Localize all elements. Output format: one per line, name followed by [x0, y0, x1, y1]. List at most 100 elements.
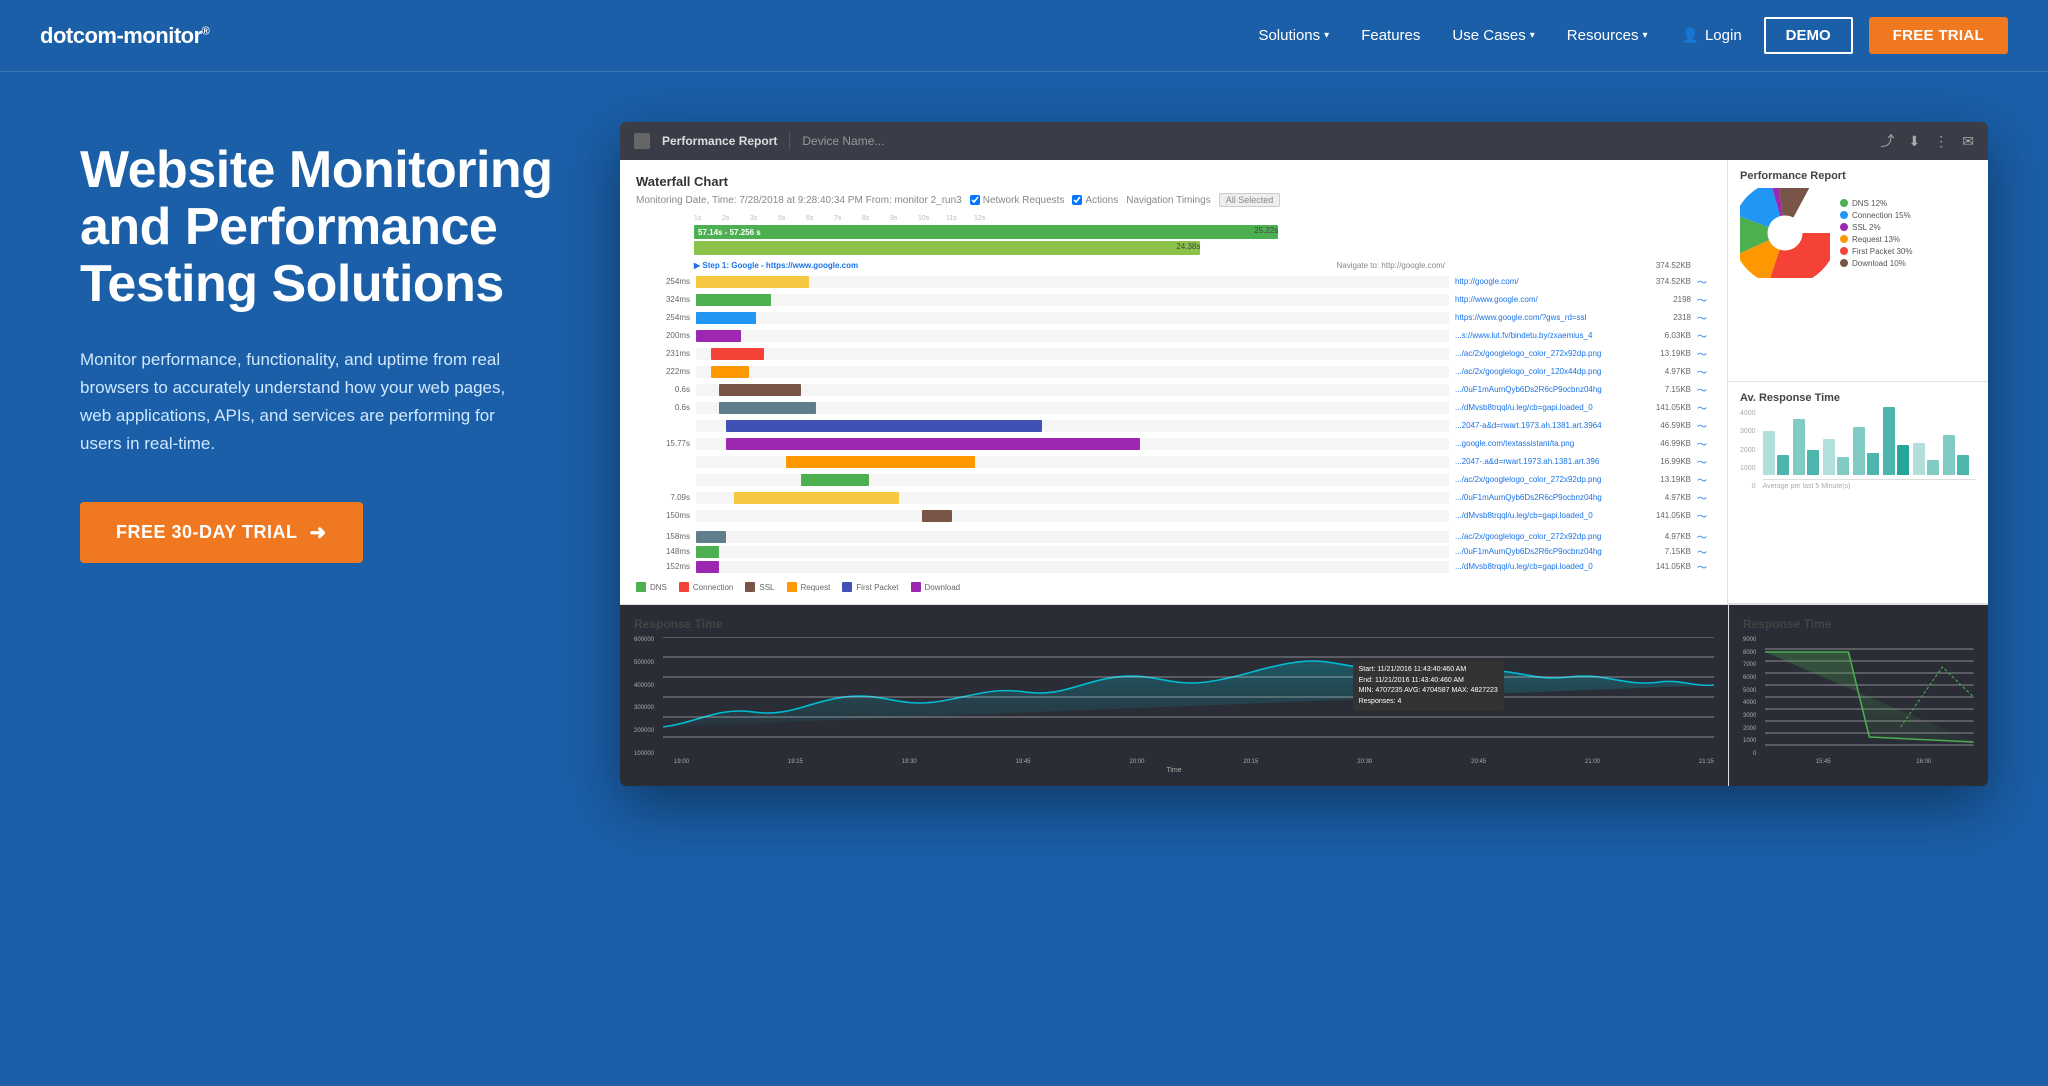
right-x-axis: 15:45 16:00 [1743, 759, 1974, 765]
table-row: 158ms .../ac/2x/googlelogo_color_272x92d… [636, 529, 1711, 544]
response-time-left-chart [663, 637, 1714, 757]
pie-chart [1740, 188, 1830, 278]
legend-item-first-packet: First Packet 30% [1840, 247, 1912, 256]
free-trial-cta-button[interactable]: FREE 30-DAY TRIAL ➜ [80, 502, 363, 563]
right-chart-svg-wrap [1765, 637, 1974, 757]
more-icon[interactable]: ⋮ [1934, 133, 1948, 150]
waterfall-legend: DNS Connection SSL Request [636, 582, 1711, 592]
right-chart-y-axis: 9000 8000 7000 6000 5000 4000 3000 2000 … [1743, 637, 1759, 757]
legend-request: Request [787, 582, 831, 592]
device-name: Device Name... [802, 134, 884, 148]
waterfall-title: Waterfall Chart [636, 174, 1711, 189]
response-time-right-panel: Response Time 9000 8000 7000 6000 5000 4… [1728, 605, 1988, 786]
hero-description: Monitor performance, functionality, and … [80, 346, 520, 458]
connection-dot [679, 582, 689, 592]
response-time-right-title: Response Time [1743, 617, 1974, 631]
table-row: 148ms .../0uF1mAumQyb6Ds2R6cP9ocbnz04hg … [636, 544, 1711, 559]
perf-report-title: Performance Report [1740, 170, 1976, 182]
chevron-down-icon: ▾ [1324, 30, 1329, 41]
topbar-actions: ⤴ ⬇ ⋮ ✉ [1881, 131, 1974, 151]
free-trial-nav-button[interactable]: FREE TRIAL [1869, 17, 2008, 54]
legend-connection: Connection [679, 582, 733, 592]
x-axis-title: Time [634, 767, 1714, 774]
table-row: .../ac/2x/googlelogo_color_272x92dp.png … [636, 472, 1711, 487]
table-row: 152ms .../dMvsb8trqql/u.leg/cb=gapi.load… [636, 559, 1711, 574]
response-time-right-chart [1765, 637, 1974, 757]
legend-item-download: Download 10% [1840, 259, 1912, 268]
nav-resources[interactable]: Resources ▾ [1555, 21, 1660, 50]
legend-dns: DNS [636, 582, 667, 592]
first-packet-dot [842, 582, 852, 592]
chevron-down-icon-2: ▾ [1530, 30, 1535, 41]
waterfall-meta: Monitoring Date, Time: 7/28/2018 at 9:28… [636, 193, 1711, 207]
y-axis-labels: 4000 3000 2000 1000 0 [1740, 410, 1759, 490]
table-row: 150ms .../dMvsb8trqql/u.leg/cb=gapi.load… [636, 508, 1711, 523]
dashboard-icon [634, 133, 650, 149]
top-bar-2 [694, 241, 1200, 255]
table-row: 200ms ...s://www.lut.fv/bindetu.by/zxaem… [636, 328, 1711, 343]
left-chart-svg-wrap: Start: 11/21/2016 11:43:40:460 AM End: 1… [663, 637, 1714, 757]
navbar: dotcom-monitor® Solutions ▾ Features Use… [0, 0, 2048, 72]
table-row: ...2047-a&d=rwart.1973.ah.1381.art.3964 … [636, 418, 1711, 433]
nav-features[interactable]: Features [1349, 21, 1432, 50]
dashboard-mockup: Performance Report Device Name... ⤴ ⬇ ⋮ … [620, 122, 1988, 786]
legend-item-ssl: SSL 2% [1840, 223, 1912, 232]
legend-item-request: Request 13% [1840, 235, 1912, 244]
all-selected-dropdown[interactable]: All Selected [1219, 193, 1281, 207]
actions-check: Actions [1072, 195, 1118, 206]
chart-tooltip: Start: 11/21/2016 11:43:40:460 AM End: 1… [1353, 661, 1504, 711]
dashboard-body: Waterfall Chart Monitoring Date, Time: 7… [620, 160, 1988, 604]
later-rows: 158ms .../ac/2x/googlelogo_color_272x92d… [636, 529, 1711, 574]
table-row: 0.6s .../dMvsb8trqql/u.leg/cb=gapi.loade… [636, 400, 1711, 415]
table-row: 254ms http://google.com/ 374.52KB 〜 [636, 274, 1711, 289]
top-bar-row-2: 24.38s [636, 241, 1711, 255]
bar-chart [1763, 410, 1976, 480]
dashboard-shell: Performance Report Device Name... ⤴ ⬇ ⋮ … [620, 122, 1988, 786]
share-icon[interactable]: ⤴ [1881, 131, 1895, 151]
message-icon[interactable]: ✉ [1962, 133, 1974, 150]
table-row: 324ms http://www.google.com/ 2198 〜 [636, 292, 1711, 307]
legend-download: Download [911, 582, 961, 592]
nav-use-cases[interactable]: Use Cases ▾ [1440, 21, 1546, 50]
download-dot [911, 582, 921, 592]
dashboard-title: Performance Report [662, 134, 777, 148]
performance-report-panel: Performance Report [1728, 160, 1988, 382]
brand-name: dotcom-monitor [40, 23, 202, 48]
av-response-title: Av. Response Time [1740, 392, 1976, 404]
top-bars: 57.14s - 57.256 s 25.22s 24.38s [636, 225, 1711, 255]
timeline-ticks: 1s 2s 3s 5s 6s 7s 8s 9s 10s 11s 12s [636, 215, 1711, 222]
hero-copy: Website Monitoring and Performance Testi… [80, 122, 560, 563]
table-row: 0.6s .../0uF1mAumQyb6Ds2R6cP9ocbnz04hg 7… [636, 382, 1711, 397]
bar-chart-area: 4000 3000 2000 1000 0 [1740, 410, 1976, 490]
av-response-time-panel: Av. Response Time 4000 3000 2000 1000 0 [1728, 382, 1988, 604]
legend-ssl: SSL [745, 582, 774, 592]
nav-solutions[interactable]: Solutions ▾ [1246, 21, 1341, 50]
right-panels: Performance Report [1728, 160, 1988, 604]
demo-button[interactable]: DEMO [1764, 17, 1853, 54]
top-bar-row-1: 57.14s - 57.256 s 25.22s [636, 225, 1711, 239]
dashboard-topbar: Performance Report Device Name... ⤴ ⬇ ⋮ … [620, 122, 1988, 160]
arrow-right-icon: ➜ [310, 520, 327, 545]
download-icon[interactable]: ⬇ [1909, 133, 1921, 150]
nav-links: Solutions ▾ Features Use Cases ▾ Resourc… [1246, 17, 2008, 54]
response-time-left-panel: Response Time 600000 500000 400000 30000… [620, 605, 1728, 786]
left-chart-y-axis: 600000 500000 400000 300000 200000 10000… [634, 637, 657, 757]
hero-section: Website Monitoring and Performance Testi… [0, 72, 2048, 846]
brand-registered: ® [202, 25, 210, 37]
table-row: ...2047-.a&d=rwart.1973.ah.1381.art.396 … [636, 454, 1711, 469]
legend-first-packet: First Packet [842, 582, 898, 592]
table-row: 231ms .../ac/2x/googlelogo_color_272x92d… [636, 346, 1711, 361]
network-requests-check: Network Requests [970, 195, 1065, 206]
table-row: 222ms .../ac/2x/googlelogo_color_120x44d… [636, 364, 1711, 379]
cta-label: FREE 30-DAY TRIAL [116, 522, 298, 543]
table-row: 254ms https://www.google.com/?gws_rd=ssl… [636, 310, 1711, 325]
table-row: 7.09s .../0uF1mAumQyb6Ds2R6cP9ocbnz04hg … [636, 490, 1711, 505]
logo[interactable]: dotcom-monitor® [40, 23, 209, 49]
waterfall-panel: Waterfall Chart Monitoring Date, Time: 7… [620, 160, 1728, 604]
nav-login[interactable]: 👤 Login [1668, 21, 1756, 50]
dashboard-bottom: Response Time 600000 500000 400000 30000… [620, 604, 1988, 786]
topbar-divider [789, 132, 790, 150]
chevron-down-icon-3: ▾ [1642, 30, 1647, 41]
top-bar-1: 57.14s - 57.256 s [694, 225, 1278, 239]
response-time-left-title: Response Time [634, 617, 1714, 631]
